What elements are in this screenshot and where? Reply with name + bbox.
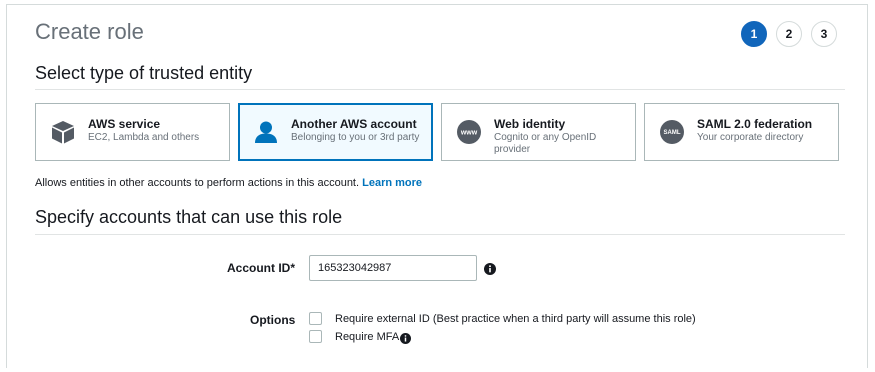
card-subtitle: EC2, Lambda and others bbox=[88, 132, 200, 143]
card-title: SAML 2.0 federation bbox=[697, 117, 813, 131]
saml-icon-text: SAML bbox=[664, 130, 681, 136]
trusted-entity-help: Allows entities in other accounts to per… bbox=[35, 177, 422, 189]
create-role-panel: Create role 1 2 3 Select type of trusted… bbox=[6, 4, 868, 368]
account-id-label: Account ID* bbox=[227, 261, 296, 275]
card-title: Web identity bbox=[494, 117, 566, 131]
step-2[interactable]: 2 bbox=[776, 21, 802, 47]
card-subtitle: Your corporate directory bbox=[697, 132, 804, 143]
account-id-input[interactable] bbox=[309, 255, 477, 281]
require-mfa-label: Require MFA bbox=[335, 330, 400, 343]
accounts-heading: Specify accounts that can use this role bbox=[35, 207, 343, 227]
card-title: AWS service bbox=[88, 117, 161, 131]
learn-more-link[interactable]: Learn more bbox=[362, 177, 422, 189]
require-external-id-checkbox[interactable] bbox=[309, 312, 322, 325]
divider bbox=[35, 234, 845, 235]
require-external-id-option: Require external ID (Best practice when … bbox=[309, 312, 696, 325]
card-aws-service[interactable]: AWS service EC2, Lambda and others bbox=[35, 103, 230, 161]
help-text: Allows entities in other accounts to per… bbox=[35, 177, 360, 189]
cube-icon bbox=[48, 117, 78, 147]
trusted-entity-heading: Select type of trusted entity bbox=[35, 63, 253, 83]
require-mfa-checkbox[interactable] bbox=[309, 330, 322, 343]
require-mfa-option: Require MFA bbox=[309, 330, 412, 344]
step-3[interactable]: 3 bbox=[811, 21, 837, 47]
card-title: Another AWS account bbox=[291, 117, 417, 131]
divider bbox=[35, 89, 845, 90]
step-1[interactable]: 1 bbox=[741, 21, 767, 47]
info-icon[interactable] bbox=[484, 262, 496, 275]
card-saml-federation[interactable]: SAML SAML 2.0 federation Your corporate … bbox=[644, 103, 839, 161]
card-another-aws-account[interactable]: Another AWS account Belonging to you or … bbox=[238, 103, 433, 161]
user-icon bbox=[251, 117, 281, 147]
trusted-entity-cards: AWS service EC2, Lambda and others Anoth… bbox=[35, 103, 839, 161]
options-label: Options bbox=[250, 313, 296, 327]
card-subtitle: Cognito or any OpenID provider bbox=[494, 132, 597, 155]
saml-icon: SAML bbox=[657, 117, 687, 147]
www-icon: www bbox=[454, 117, 484, 147]
step-indicator: 1 2 3 bbox=[741, 21, 837, 47]
card-web-identity[interactable]: www Web identity Cognito or any OpenID p… bbox=[441, 103, 636, 161]
card-subtitle: Belonging to you or 3rd party bbox=[291, 132, 420, 143]
www-icon-text: www bbox=[460, 130, 478, 137]
info-icon[interactable] bbox=[400, 331, 412, 344]
require-external-id-label: Require external ID (Best practice when … bbox=[335, 312, 696, 325]
page-title: Create role bbox=[35, 19, 144, 44]
